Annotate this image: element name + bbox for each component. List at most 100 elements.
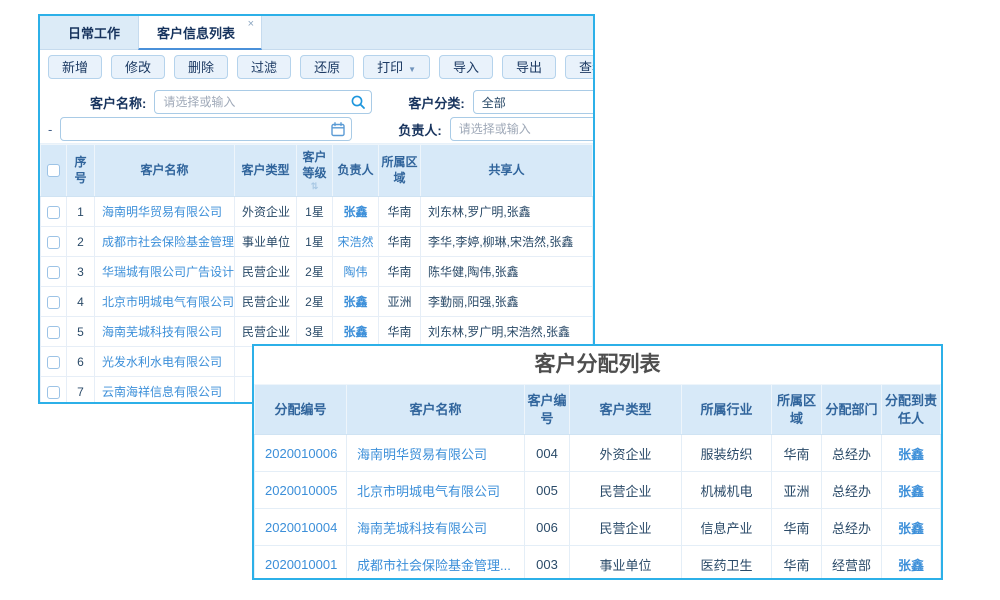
alloc-no-link[interactable]: 2020010006 [265, 446, 337, 461]
assignee-link[interactable]: 张鑫 [898, 558, 924, 573]
col-header-1: 客户名称 [347, 385, 525, 435]
customer-name-link[interactable]: 海南明华贸易有限公司 [102, 205, 222, 219]
toolbar-button-restore[interactable]: 还原 [300, 55, 354, 79]
toolbar-button-import[interactable]: 导入 [439, 55, 493, 79]
col-header-0: 序号 [67, 145, 95, 197]
cell-alloc-no: 2020010001 [255, 546, 347, 581]
toolbar-button-view-log[interactable]: 查看日志 [565, 55, 595, 79]
customer-name-link[interactable]: 华瑞城有限公司广告设计部 [102, 265, 235, 279]
cell-region: 华南 [772, 509, 822, 546]
calendar-icon[interactable] [330, 121, 346, 137]
owner-link[interactable]: 张鑫 [343, 325, 367, 339]
customer-name-link[interactable]: 海南芜城科技有限公司 [357, 521, 487, 536]
table-row: 2020010005北京市明城电气有限公司005民营企业机械机电亚洲总经办张鑫 [255, 472, 941, 509]
owner-link[interactable]: 宋浩然 [337, 235, 373, 249]
owner-link[interactable]: 张鑫 [343, 295, 367, 309]
cell-shared: 刘东林,罗广明,张鑫 [421, 197, 593, 227]
customer-allocation-window: 客户分配列表 分配编号客户名称客户编号客户类型所属行业所属区域分配部门分配到责任… [252, 344, 943, 580]
cell-customer-type: 民营企业 [235, 257, 297, 287]
cell-customer-name: 北京市明城电气有限公司 [347, 472, 525, 509]
col-header-7: 分配到责任人 [882, 385, 941, 435]
customer-category-label: 客户分类: [408, 93, 464, 112]
owner-link[interactable]: 陶伟 [343, 265, 367, 279]
customer-category-select[interactable] [473, 90, 595, 114]
cell-seq: 2 [67, 227, 95, 257]
owner-input[interactable] [450, 117, 595, 141]
cell-industry: 医药卫生 [682, 546, 772, 581]
cell-industry: 机械机电 [682, 472, 772, 509]
cell-region: 华南 [379, 197, 421, 227]
cell-seq: 3 [67, 257, 95, 287]
customer-name-input[interactable] [154, 90, 372, 114]
tab-customer-info-list[interactable]: 客户信息列表 × [138, 16, 262, 50]
cell-owner: 张鑫 [333, 317, 379, 347]
assignee-link[interactable]: 张鑫 [898, 484, 924, 499]
alloc-no-link[interactable]: 2020010001 [265, 557, 337, 572]
table-row: 4北京市明城电气有限公司民营企业2星张鑫亚洲李勤丽,阳强,张鑫 [41, 287, 593, 317]
customer-name-link[interactable]: 海南芜城科技有限公司 [102, 325, 222, 339]
tab-daily-work[interactable]: 日常工作 [50, 16, 138, 49]
table-row: 2020010001成都市社会保险基金管理...003事业单位医药卫生华南经营部… [255, 546, 941, 581]
cell-customer-no: 003 [525, 546, 570, 581]
row-checkbox[interactable] [47, 236, 60, 249]
toolbar-button-add[interactable]: 新增 [48, 55, 102, 79]
col-header-5: 所属区域 [379, 145, 421, 197]
row-checkbox[interactable] [47, 356, 60, 369]
customer-name-link[interactable]: 海南明华贸易有限公司 [357, 447, 487, 462]
customer-name-link[interactable]: 成都市社会保险基金管理... [357, 558, 511, 573]
assignee-link[interactable]: 张鑫 [898, 447, 924, 462]
cell-shared: 李勤丽,阳强,张鑫 [421, 287, 593, 317]
row-checkbox[interactable] [47, 326, 60, 339]
row-checkbox[interactable] [47, 296, 60, 309]
cell-region: 华南 [379, 317, 421, 347]
cell-assignee: 张鑫 [882, 509, 941, 546]
row-checkbox[interactable] [47, 206, 60, 219]
cell-alloc-no: 2020010004 [255, 509, 347, 546]
customer-name-link[interactable]: 北京市明城电气有限公司 [102, 295, 234, 309]
customer-name-link[interactable]: 光发水利水电有限公司 [102, 355, 222, 369]
cell-industry: 服装纺织 [682, 435, 772, 472]
row-checkbox[interactable] [47, 386, 60, 399]
close-icon[interactable]: × [248, 19, 254, 30]
toolbar-button-export[interactable]: 导出 [502, 55, 556, 79]
cell-industry: 信息产业 [682, 509, 772, 546]
assignee-link[interactable]: 张鑫 [898, 521, 924, 536]
customer-name-label: 客户名称: [90, 93, 146, 112]
cell-owner: 宋浩然 [333, 227, 379, 257]
cell-assignee: 张鑫 [882, 472, 941, 509]
alloc-no-link[interactable]: 2020010005 [265, 483, 337, 498]
search-icon[interactable] [350, 94, 366, 110]
toolbar-button-print[interactable]: 打印▼ [363, 55, 430, 79]
customer-name-link[interactable]: 北京市明城电气有限公司 [357, 484, 500, 499]
sort-icon[interactable]: ⇅ [299, 182, 330, 191]
toolbar-button-delete[interactable]: 删除 [174, 55, 228, 79]
allocation-list-title: 客户分配列表 [254, 346, 941, 384]
cell-customer-level: 1星 [297, 227, 333, 257]
dropdown-arrow-icon: ▼ [408, 65, 416, 74]
cell-shared: 陈华健,陶伟,张鑫 [421, 257, 593, 287]
cell-customer-name: 海南芜城科技有限公司 [347, 509, 525, 546]
cell-customer-type: 外资企业 [570, 435, 682, 472]
owner-link[interactable]: 张鑫 [343, 205, 367, 219]
cell-owner: 陶伟 [333, 257, 379, 287]
cell-dept: 总经办 [822, 435, 882, 472]
date-input[interactable] [60, 117, 352, 141]
col-header-4: 负责人 [333, 145, 379, 197]
toolbar-button-filter[interactable]: 过滤 [237, 55, 291, 79]
cell-checkbox [41, 287, 67, 317]
cell-owner: 张鑫 [333, 197, 379, 227]
cell-region: 华南 [772, 546, 822, 581]
row-checkbox[interactable] [47, 266, 60, 279]
tab-bar: 日常工作 客户信息列表 × [40, 16, 593, 50]
table-row: 5海南芜城科技有限公司民营企业3星张鑫华南刘东林,罗广明,宋浩然,张鑫 [41, 317, 593, 347]
cell-customer-level: 3星 [297, 317, 333, 347]
cell-customer-type: 事业单位 [570, 546, 682, 581]
toolbar-button-edit[interactable]: 修改 [111, 55, 165, 79]
alloc-no-link[interactable]: 2020010004 [265, 520, 337, 535]
cell-customer-type: 民营企业 [235, 317, 297, 347]
cell-customer-no: 006 [525, 509, 570, 546]
customer-name-link[interactable]: 云南海祥信息有限公司 [102, 385, 222, 399]
customer-name-link[interactable]: 成都市社会保险基金管理... [102, 235, 235, 249]
row-checkbox[interactable] [47, 164, 60, 177]
cell-customer-type: 民营企业 [570, 472, 682, 509]
